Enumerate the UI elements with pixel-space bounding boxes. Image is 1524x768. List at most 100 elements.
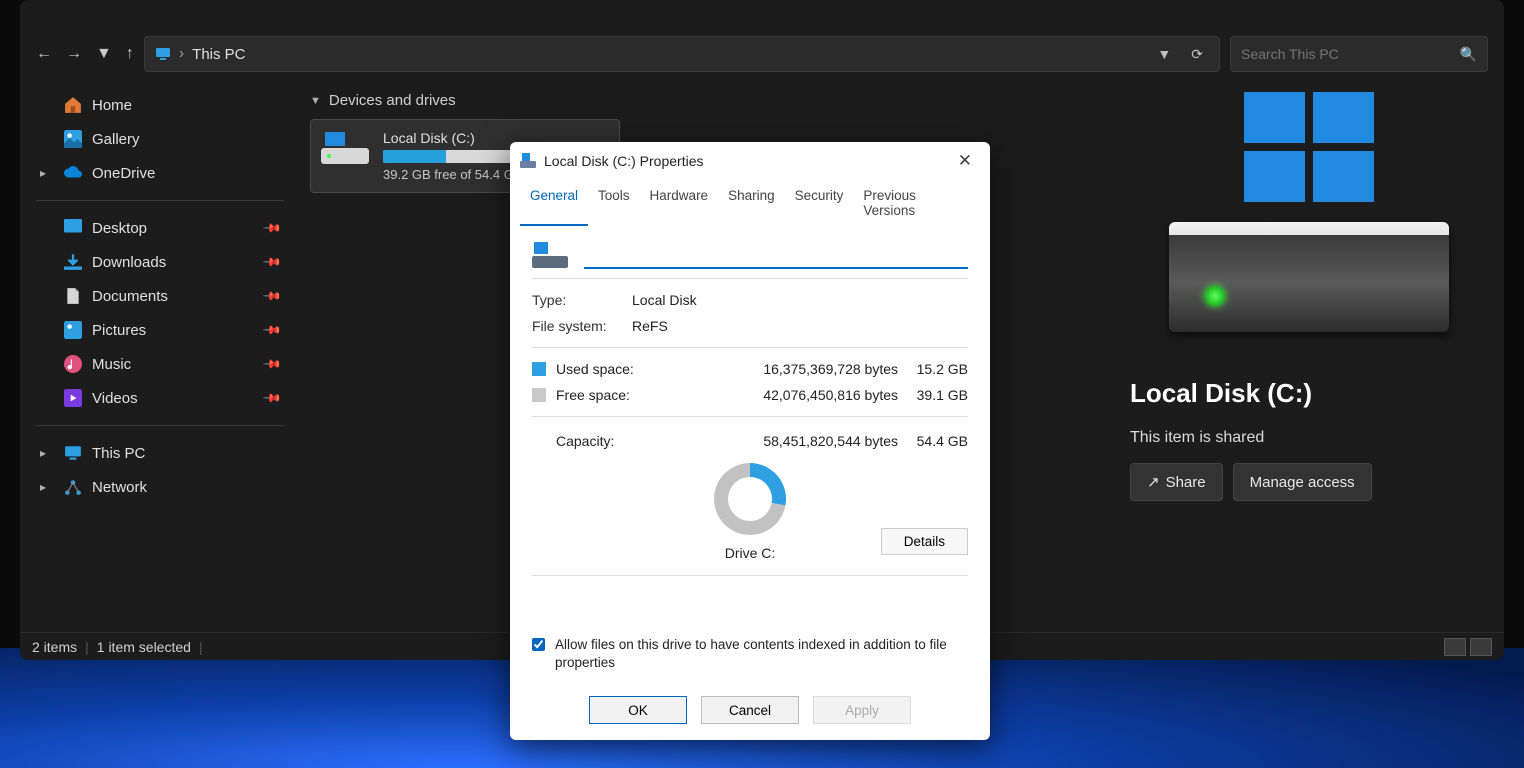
volume-label-input[interactable] xyxy=(584,243,968,269)
capacity-fill xyxy=(383,150,446,163)
capacity-gb: 54.4 GB xyxy=(898,433,968,449)
sidebar-separator xyxy=(36,200,284,201)
details-title: Local Disk (C:) xyxy=(1130,378,1312,409)
tab-previous-versions[interactable]: Previous Versions xyxy=(853,180,980,226)
sidebar-label-gallery: Gallery xyxy=(92,131,140,148)
ok-button[interactable]: OK xyxy=(589,696,687,724)
sidebar-item-network[interactable]: ▸ Network xyxy=(28,470,292,504)
capacity-chart: Drive C: Details xyxy=(532,457,968,561)
tab-general[interactable]: General xyxy=(520,180,588,226)
chevron-right-icon[interactable]: ▸ xyxy=(40,166,54,180)
dialog-titlebar[interactable]: Local Disk (C:) Properties ✕ xyxy=(510,142,990,180)
search-input[interactable] xyxy=(1241,46,1460,62)
sidebar-item-onedrive[interactable]: ▸ OneDrive xyxy=(28,156,292,190)
sidebar-item-thispc[interactable]: ▸ This PC xyxy=(28,436,292,470)
home-icon xyxy=(64,96,82,114)
refresh-icon[interactable]: ⟳ xyxy=(1185,46,1209,63)
type-key: Type: xyxy=(532,292,632,308)
tab-hardware[interactable]: Hardware xyxy=(640,180,719,226)
capacity-key: Capacity: xyxy=(556,433,728,449)
pictures-icon xyxy=(64,321,82,339)
donut-chart xyxy=(714,463,786,535)
index-checkbox[interactable] xyxy=(532,638,545,651)
used-swatch xyxy=(532,362,546,376)
sidebar-label-documents: Documents xyxy=(92,288,168,305)
windows-logo-icon xyxy=(1244,92,1374,202)
separator xyxy=(532,347,968,348)
pc-icon xyxy=(155,46,171,62)
dialog-tabs: General Tools Hardware Sharing Security … xyxy=(510,180,990,226)
chevron-down-icon: ▼ xyxy=(310,95,321,107)
share-icon: ↗ xyxy=(1147,473,1160,491)
tab-tools[interactable]: Tools xyxy=(588,180,640,226)
drive-icon xyxy=(532,242,568,270)
address-dropdown-icon[interactable]: ▼ xyxy=(1151,46,1177,62)
type-value: Local Disk xyxy=(632,292,968,308)
downloads-icon xyxy=(64,253,82,271)
manage-label: Manage access xyxy=(1250,474,1355,491)
drive-icon xyxy=(520,153,536,169)
dialog-title: Local Disk (C:) Properties xyxy=(544,153,942,169)
used-key: Used space: xyxy=(556,361,728,377)
tab-security[interactable]: Security xyxy=(785,180,854,226)
sidebar-label-desktop: Desktop xyxy=(92,220,147,237)
desktop-icon xyxy=(64,219,82,237)
search-icon[interactable]: 🔍 xyxy=(1460,46,1477,63)
cancel-button[interactable]: Cancel xyxy=(701,696,799,724)
view-large-button[interactable] xyxy=(1470,638,1492,656)
sidebar-item-videos[interactable]: Videos 📌 xyxy=(28,381,292,415)
sidebar-label-network: Network xyxy=(92,479,147,496)
sidebar-item-music[interactable]: Music 📌 xyxy=(28,347,292,381)
group-title: Devices and drives xyxy=(329,92,456,109)
drive-large-icon xyxy=(1169,222,1449,332)
share-label: Share xyxy=(1166,474,1206,491)
apply-button[interactable]: Apply xyxy=(813,696,911,724)
status-items: 2 items xyxy=(32,639,77,655)
sidebar: Home Gallery ▸ OneDrive Desktop 📌 xyxy=(20,80,300,632)
details-button[interactable]: Details xyxy=(881,528,968,555)
chevron-right-icon[interactable]: ▸ xyxy=(40,446,54,460)
free-swatch xyxy=(532,388,546,402)
pc-icon xyxy=(64,444,82,462)
recent-dropdown[interactable]: ▼ xyxy=(96,45,112,63)
sidebar-item-gallery[interactable]: Gallery xyxy=(28,122,292,156)
back-button[interactable]: ← xyxy=(36,45,52,63)
pin-icon: 📌 xyxy=(262,388,282,408)
search-box[interactable]: 🔍 xyxy=(1230,36,1488,72)
sidebar-label-music: Music xyxy=(92,356,131,373)
tab-sharing[interactable]: Sharing xyxy=(718,180,785,226)
pin-icon: 📌 xyxy=(262,252,282,272)
sidebar-label-videos: Videos xyxy=(92,390,138,407)
sidebar-label-onedrive: OneDrive xyxy=(92,165,155,182)
fs-value: ReFS xyxy=(632,318,968,334)
used-bytes: 16,375,369,728 bytes xyxy=(728,361,898,377)
up-button[interactable]: ↑ xyxy=(126,45,134,63)
videos-icon xyxy=(64,389,82,407)
sidebar-label-thispc: This PC xyxy=(92,445,145,462)
sidebar-separator xyxy=(36,425,284,426)
sidebar-item-documents[interactable]: Documents 📌 xyxy=(28,279,292,313)
forward-button[interactable]: → xyxy=(66,45,82,63)
toolbar: ← → ▼ ↑ › This PC ▼ ⟳ 🔍 xyxy=(20,28,1504,80)
view-details-button[interactable] xyxy=(1444,638,1466,656)
sidebar-item-downloads[interactable]: Downloads 📌 xyxy=(28,245,292,279)
group-header-devices[interactable]: ▼ Devices and drives xyxy=(310,88,1104,119)
sidebar-item-pictures[interactable]: Pictures 📌 xyxy=(28,313,292,347)
sidebar-item-desktop[interactable]: Desktop 📌 xyxy=(28,211,292,245)
music-icon xyxy=(64,355,82,373)
chevron-right-icon[interactable]: ▸ xyxy=(40,480,54,494)
address-bar[interactable]: › This PC ▼ ⟳ xyxy=(144,36,1220,72)
manage-access-button[interactable]: Manage access xyxy=(1233,463,1372,501)
share-button[interactable]: ↗ Share xyxy=(1130,463,1223,501)
network-icon xyxy=(64,478,82,496)
sidebar-label-pictures: Pictures xyxy=(92,322,146,339)
close-button[interactable]: ✕ xyxy=(950,147,980,175)
status-sep: | xyxy=(85,639,89,655)
sidebar-item-home[interactable]: Home xyxy=(28,88,292,122)
breadcrumb-location[interactable]: This PC xyxy=(192,46,1143,63)
separator xyxy=(532,278,968,279)
fs-key: File system: xyxy=(532,318,632,334)
sidebar-label-downloads: Downloads xyxy=(92,254,166,271)
separator xyxy=(532,416,968,417)
separator xyxy=(532,575,968,576)
